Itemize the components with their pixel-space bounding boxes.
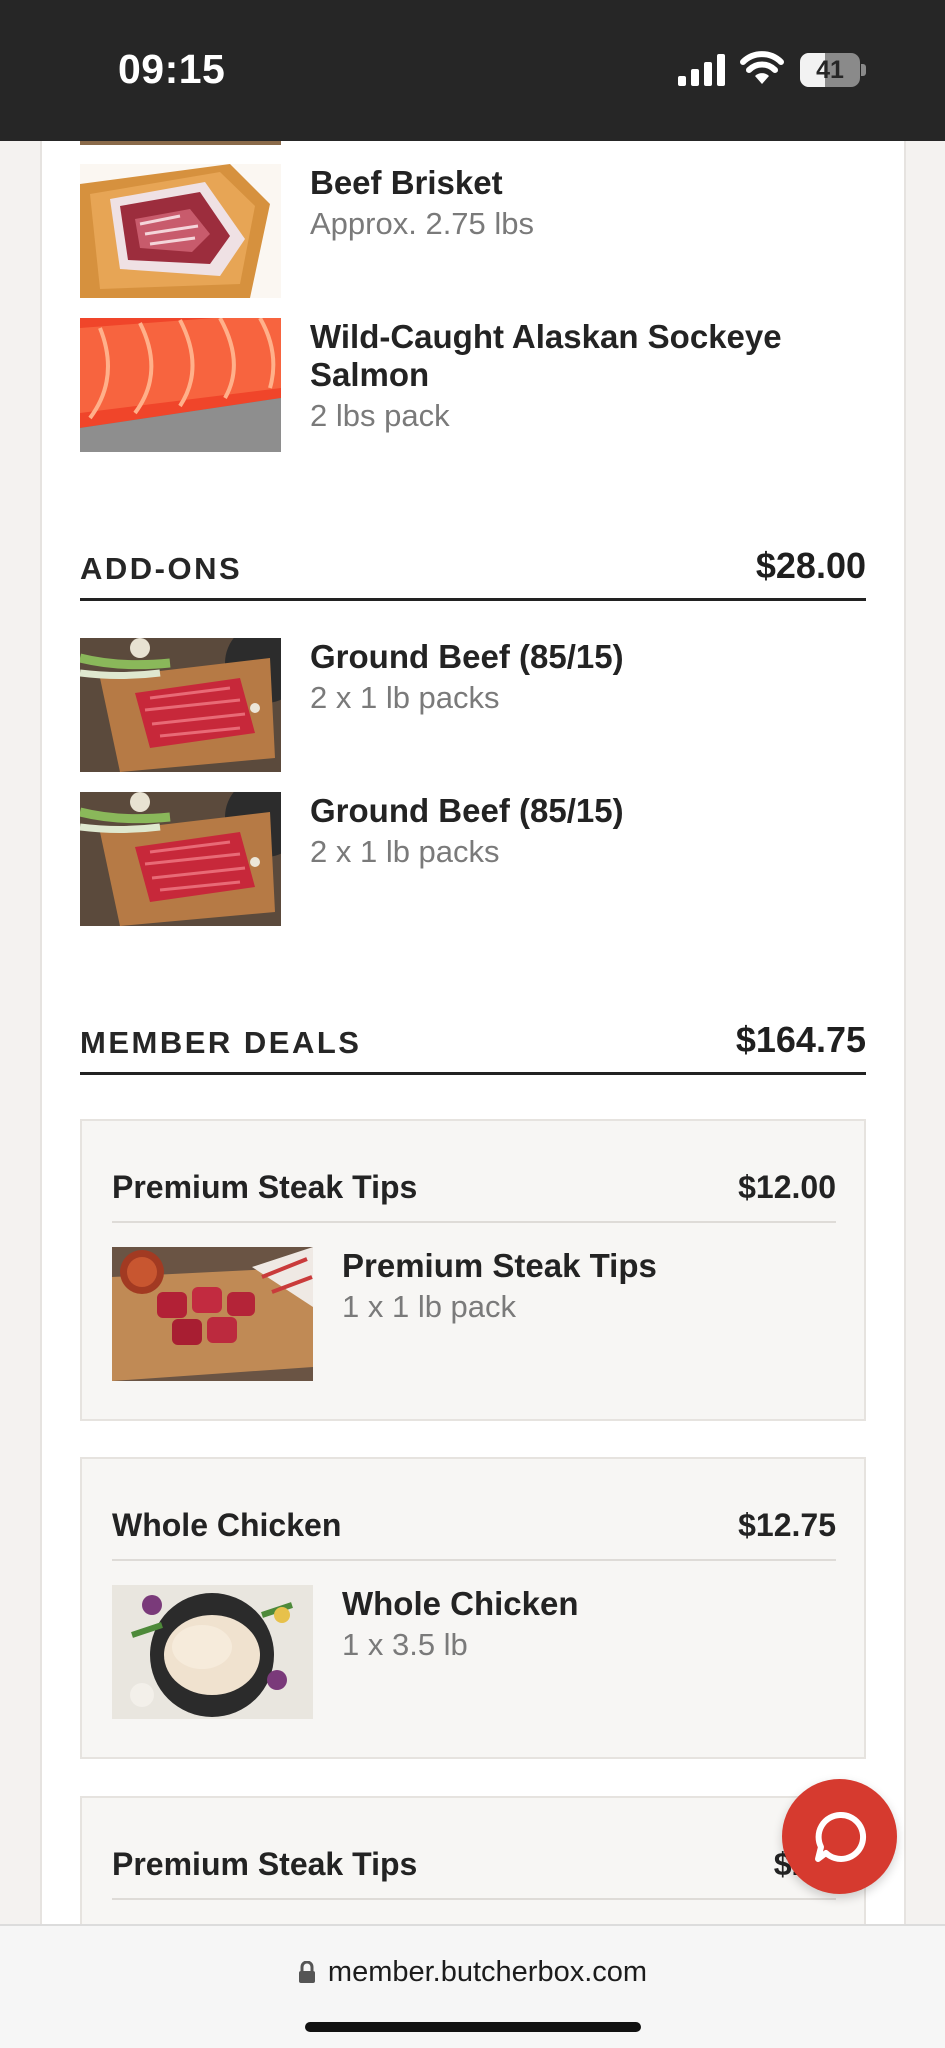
chat-icon [815,1811,867,1862]
item-name: Ground Beef (85/15) [310,638,624,675]
deal-title: Premium Steak Tips [112,1846,418,1882]
beef-brisket-image [80,164,281,298]
ground-beef-image [80,792,281,926]
addons-section-header: ADD-ONS $28.00 [80,545,866,601]
member-deals-section-header: MEMBER DEALS $164.75 [80,1019,866,1075]
item-qty: 1 x 3.5 lb [342,1627,468,1662]
home-indicator [305,2022,641,2032]
battery-icon: 41 [800,53,866,87]
battery-level-text: 41 [816,56,844,84]
deal-price: $12.75 [738,1507,836,1543]
deal-header: Premium Steak Tips $12.00 [112,1169,836,1223]
deal-card[interactable]: Whole Chicken $12.75 Whole Chicken 1 x 3… [80,1457,866,1759]
item-name: Wild-Caught Alaskan Sockeye Salmon [310,318,782,393]
item-qty: Approx. 2.75 lbs [310,206,535,241]
section-total: $164.75 [735,1019,866,1060]
address-bar-url[interactable]: member.butcherbox.com [0,1956,945,1989]
previous-item-image-edge [80,141,281,145]
steak-tips-image [112,1247,313,1381]
lock-icon [298,1961,315,1983]
section-total: $28.00 [755,545,866,586]
url-text: member.butcherbox.com [327,1956,648,1988]
item-name: Whole Chicken [342,1585,579,1622]
salmon-image [80,318,281,452]
wifi-icon [740,51,784,84]
deal-card[interactable]: Premium Steak Tips $12.00 Premium Steak … [80,1119,866,1421]
ground-beef-image [80,638,281,772]
deal-header: Whole Chicken $12.75 [112,1507,836,1561]
item-name: Ground Beef (85/15) [310,792,624,829]
item-qty: 1 x 1 lb pack [342,1289,517,1324]
section-title: MEMBER DEALS [80,1025,362,1060]
item-name: Beef Brisket [310,164,503,201]
item-qty: 2 x 1 lb packs [310,834,500,869]
deal-card[interactable]: Premium Steak Tips $12. [80,1796,866,1924]
signal-icon [678,54,725,86]
item-name: Premium Steak Tips [342,1247,657,1284]
item-qty: 2 x 1 lb packs [310,680,500,715]
chat-button[interactable] [782,1779,897,1894]
browser-address-bar[interactable]: member.butcherbox.com [0,1924,945,2048]
deal-price: $12.00 [738,1169,836,1205]
status-bar: 09:15 41 [0,0,945,141]
section-title: ADD-ONS [80,551,243,586]
deal-header: Premium Steak Tips $12. [112,1846,836,1900]
deal-title: Whole Chicken [112,1507,342,1543]
item-qty: 2 lbs pack [310,398,450,433]
status-time: 09:15 [118,46,226,92]
deal-title: Premium Steak Tips [112,1169,418,1205]
whole-chicken-image [112,1585,313,1719]
